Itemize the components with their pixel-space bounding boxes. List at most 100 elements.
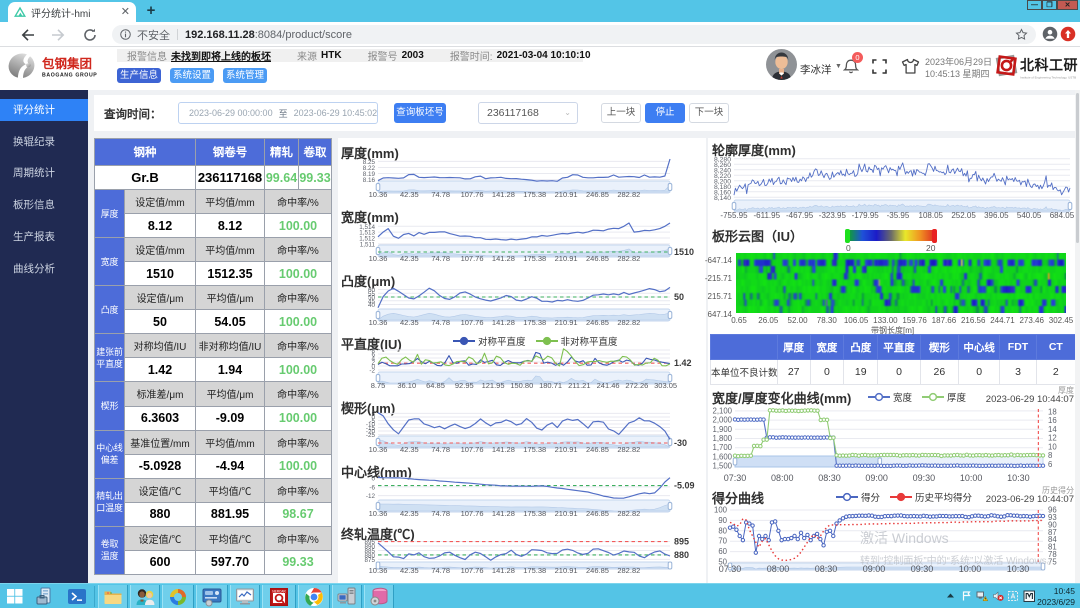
taskbar-app-visual-studio[interactable] [162,585,194,608]
tray-network-icon[interactable] [976,590,989,603]
taskbar-app-powershell[interactable] [62,585,92,608]
group-value: -9.09 [196,406,265,430]
svg-text:141.28: 141.28 [492,566,515,575]
taskbar-app-users-app[interactable] [130,585,160,608]
colorbar[interactable] [848,230,934,241]
legend-label: 非对称平直度 [561,334,618,348]
svg-text:NERCAR: NERCAR [272,589,286,593]
select-chevron-icon[interactable]: ⌄ [564,103,571,123]
profile-icon[interactable] [1042,26,1058,42]
group-label: 卷取温度 [95,526,125,574]
sidebar-item-5[interactable]: 生产报表 [0,226,88,248]
chart-legend-flatness[interactable]: 对称平直度非对称平直度 [453,334,628,348]
svg-text:282.82: 282.82 [617,509,640,518]
browser-tab[interactable]: 评分统计-hmi ✕ [8,2,136,22]
svg-text:08:30: 08:30 [818,473,841,483]
production-info-button[interactable]: 生产信息 [117,68,161,83]
sidebar-item-1[interactable]: 评分统计 [0,99,88,121]
query-time-label: 查询时间： [104,106,162,122]
defect-value: 0 [810,360,843,385]
colorbar-min-handle[interactable] [845,229,850,243]
sub-label: 命中率/% [265,526,332,550]
taskbar-app-file-explorer[interactable] [98,585,128,608]
defect-header-empty [711,335,778,360]
stop-button[interactable]: 停止 [645,103,685,123]
hit-rate-value: 100.00 [265,358,332,382]
sidebar-item-3[interactable]: 周期统计 [0,162,88,184]
chart-legend-score[interactable]: 得分历史平均得分 [836,490,982,504]
sidebar-item-6[interactable]: 曲线分析 [0,258,88,280]
taskbar-app-system-monitor[interactable] [230,585,260,608]
org-logo-text: 北科工研 Institute of Engineering Technology… [1020,55,1080,82]
tray-date[interactable]: 2023/6/29 [1037,597,1075,607]
date-from-value[interactable]: 2023-06-29 00:00:00 [189,108,273,118]
svg-text:42.35: 42.35 [400,318,419,327]
svg-text:107.76: 107.76 [461,509,484,518]
browser-update-icon[interactable] [1060,26,1076,42]
group-value: 6.3603 [125,406,196,430]
tab-close-icon[interactable]: ✕ [121,7,130,18]
svg-text:1,800: 1,800 [712,434,732,443]
query-slab-button[interactable]: 查询板坯号 [394,103,446,123]
sidebar-item-2[interactable]: 换辊纪录 [0,131,88,153]
scrollbar-thumb[interactable] [1076,93,1079,243]
user-avatar[interactable] [766,49,797,80]
svg-text:96: 96 [1048,506,1057,515]
info-icon[interactable] [120,29,131,40]
taskbar-app-chrome[interactable] [298,585,330,608]
tray-speaker-icon[interactable] [992,590,1005,603]
date-to-value[interactable]: 2023-06-29 10:45:02 [294,108,378,118]
tray-caret-icon[interactable] [945,590,958,603]
user-name[interactable]: 李冰洋 [800,62,832,77]
shirt-icon[interactable] [901,58,920,75]
back-button[interactable] [20,27,36,43]
sidebar-item-4[interactable]: 板形信息 [0,194,88,216]
taskbar-clock[interactable]: 10:452023/6/29 [1037,586,1075,607]
svg-text:241.46: 241.46 [597,381,620,390]
sub-label: 平均值/℃ [196,526,265,550]
start-button[interactable] [7,589,23,604]
alarm-time: 2021-03-04 10:10:10 [497,50,591,61]
group-value: 600 [125,550,196,574]
date-range-input[interactable]: 2023-06-29 00:00:00 至 2023-06-29 10:45:0… [178,102,378,124]
taskbar-app-nercar-app[interactable]: NERCAR [262,585,296,608]
taskbar-app-control-panel[interactable] [196,585,228,608]
group-label: 精轧出口温度 [95,478,125,526]
system-settings-button[interactable]: 系统设置 [170,68,214,83]
new-tab-button[interactable]: + [144,4,158,18]
svg-text:282.82: 282.82 [617,318,640,327]
group-label: 中心线偏差 [95,430,125,478]
forward-button[interactable] [50,27,66,43]
scrollbar-track[interactable] [1075,90,1080,583]
taskbar-app-server-manager[interactable] [30,585,60,608]
window-restore-button[interactable]: ❐ [1042,0,1057,10]
group-value: 8.12 [196,214,265,238]
svg-text:175.38: 175.38 [523,566,546,575]
coil-select[interactable]: 236117168 ⌄ [478,102,578,124]
colorbar-max-handle[interactable] [932,229,937,243]
window-close-button[interactable]: ✕ [1057,0,1078,10]
cloud-xtick: 302.45 [1044,316,1078,325]
right-charts: 厚度宽度凸度平直度楔形中心线FDTCT本单位不良计数27019026032轮廓厚… [708,138,1080,583]
tray-mbox-icon[interactable] [1023,590,1036,603]
chart-legend-wt_trend[interactable]: 宽度厚度 [868,390,976,404]
sub-label: 设定值/μm [125,286,196,310]
reload-button[interactable] [82,27,98,43]
address-bar[interactable]: 不安全 192.168.11.28 :8084/product/score [112,25,1036,44]
sub-label: 设定值/mm [125,238,196,262]
bookmark-star-icon[interactable] [1015,28,1028,41]
prev-coil-button[interactable]: 上一块 [601,103,641,123]
system-admin-button[interactable]: 系统管理 [223,68,267,83]
date-to-word: 至 [279,107,288,120]
taskbar-app-database-tool[interactable] [364,585,394,608]
window-minimize-button[interactable]: — [1027,0,1042,10]
tray-time[interactable]: 10:45 [1054,586,1075,596]
svg-text:70: 70 [718,537,727,546]
fullscreen-icon[interactable] [872,59,887,74]
taskbar-app-computer[interactable] [332,585,362,608]
defect-value: 26 [920,360,958,385]
tray-grid-icon[interactable] [1007,590,1020,603]
next-coil-button[interactable]: 下一块 [689,103,729,123]
user-caret-icon[interactable]: ▼ [835,63,842,70]
tray-flag-icon[interactable] [961,590,974,603]
